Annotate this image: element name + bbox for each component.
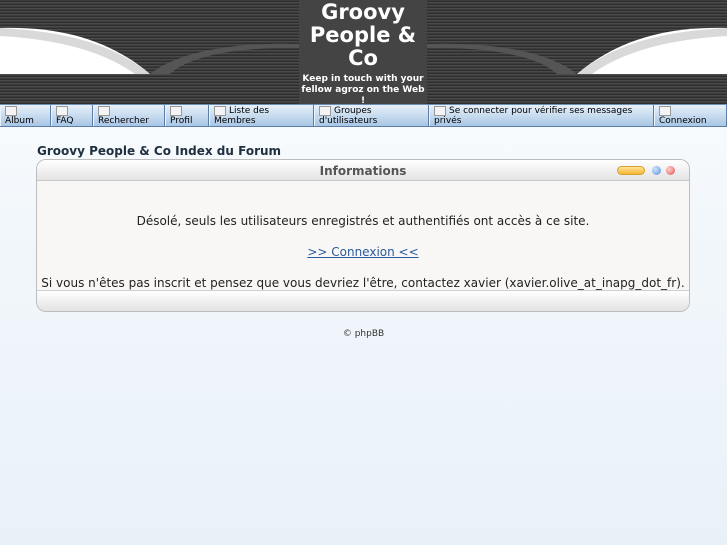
login-icon	[659, 106, 671, 116]
nav-label: Rechercher	[98, 116, 149, 126]
groups-icon	[319, 106, 331, 116]
access-denied-message: Désolé, seuls les utilisateurs enregistr…	[136, 214, 590, 228]
profile-icon	[170, 106, 182, 116]
nav-label: Profil	[170, 116, 193, 126]
faq-icon	[56, 106, 68, 116]
nav-label: Connexion	[659, 116, 707, 126]
messages-icon	[434, 106, 446, 116]
panel-header: Informations	[37, 160, 689, 181]
nav-label: FAQ	[56, 116, 74, 126]
nav-item-groups[interactable]: Groupes d'utilisateurs	[314, 105, 429, 126]
nav-item-search[interactable]: Rechercher	[93, 105, 165, 126]
login-link[interactable]: >> Connexion <<	[307, 245, 418, 259]
main-nav: Album FAQ Rechercher Profil Liste des Me…	[0, 104, 727, 127]
nav-item-faq[interactable]: FAQ	[51, 105, 93, 126]
search-icon	[98, 106, 110, 116]
nav-item-members[interactable]: Liste des Membres	[209, 105, 314, 126]
site-title[interactable]: Groovy People & Co	[299, 1, 427, 70]
nav-item-private-messages[interactable]: Se connecter pour vérifier ses messages …	[429, 105, 654, 126]
nav-item-album[interactable]: Album	[0, 105, 51, 126]
site-header: Groovy People & Co Keep in touch with yo…	[0, 0, 727, 104]
info-panel: Informations Désolé, seuls les utilisate…	[36, 159, 690, 312]
nav-label: Se connecter pour vérifier ses messages …	[434, 106, 633, 126]
site-description: Keep in touch with your fellow agroz on …	[301, 74, 425, 104]
phpbb-credit[interactable]: © phpBB	[0, 329, 727, 339]
contact-message: Si vous n'êtes pas inscrit et pensez que…	[41, 276, 685, 290]
album-icon	[5, 106, 17, 116]
panel-footer	[37, 290, 689, 311]
nav-item-login[interactable]: Connexion	[654, 105, 727, 126]
close-icon	[666, 166, 675, 175]
maximize-icon	[652, 166, 661, 175]
minimize-icon	[617, 166, 645, 175]
panel-title: Informations	[319, 164, 407, 178]
members-icon	[214, 106, 226, 116]
title-block: Groovy People & Co Keep in touch with yo…	[299, 0, 427, 104]
forum-index-link[interactable]: Groovy People & Co Index du Forum	[37, 144, 281, 158]
nav-item-profile[interactable]: Profil	[165, 105, 209, 126]
nav-label: Album	[5, 116, 34, 126]
